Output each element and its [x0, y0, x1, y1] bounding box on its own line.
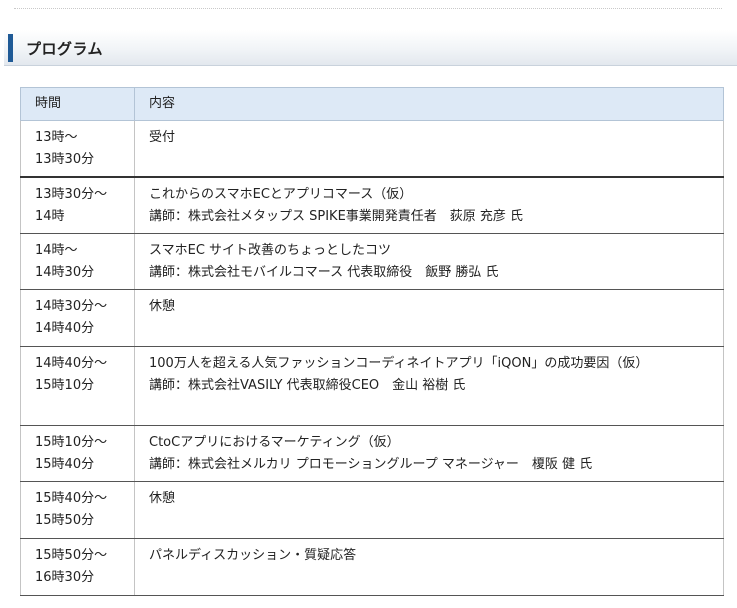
time-end: 13時30分 [35, 152, 95, 167]
time-end: 14時30分 [35, 265, 95, 280]
content-cell: 100万人を超える人気ファッションコーディネイトアプリ「iQON」の成功要因（仮… [134, 346, 724, 426]
time-end: 15時10分 [35, 378, 95, 393]
column-header-time: 時間 [20, 87, 135, 121]
time-start: 15時10分〜 [35, 435, 108, 450]
table-row: 15時50分〜 16時30分 パネルディスカッション・質疑応答 [20, 538, 724, 596]
program-table: 時間 内容 13時〜 13時30分 受付 13時30分〜 14時 これからのスマ… [20, 87, 724, 596]
time-start: 13時30分〜 [35, 186, 108, 202]
column-header-content: 内容 [134, 87, 724, 121]
time-end: 14時 [35, 208, 65, 224]
session-speaker: 講師：株式会社VASILY 代表取締役CEO 金山 裕樹 氏 [149, 378, 466, 393]
time-cell: 14時〜 14時30分 [20, 233, 135, 290]
content-cell: スマホEC サイト改善のちょっとしたコツ 講師：株式会社モバイルコマース 代表取… [134, 233, 724, 290]
section-title: プログラム [26, 40, 104, 58]
time-cell: 15時10分〜 15時40分 [20, 425, 135, 482]
table-row: 14時30分〜 14時40分 休憩 [20, 289, 724, 347]
session-speaker: 講師：株式会社メタップス SPIKE事業開発責任者 荻原 充彦 氏 [149, 208, 524, 224]
content-cell: 休憩 [134, 289, 724, 347]
time-cell: 15時40分〜 15時50分 [20, 481, 135, 539]
table-header-row: 時間 内容 [20, 87, 724, 121]
table-row: 15時10分〜 15時40分 CtoCアプリにおけるマーケティング（仮） 講師：… [20, 425, 724, 482]
session-speaker: 講師：株式会社モバイルコマース 代表取締役 飯野 勝弘 氏 [149, 265, 499, 280]
time-end: 15時50分 [35, 513, 95, 528]
time-start: 14時〜 [35, 243, 78, 258]
table-row: 13時30分〜 14時 これからのスマホECとアプリコマース（仮） 講師：株式会… [20, 176, 724, 234]
time-cell: 14時30分〜 14時40分 [20, 289, 135, 347]
time-start: 15時50分〜 [35, 548, 108, 563]
top-divider [14, 8, 722, 9]
content-cell: パネルディスカッション・質疑応答 [134, 538, 724, 596]
session-title: これからのスマホECとアプリコマース（仮） [149, 186, 413, 202]
time-cell: 13時〜 13時30分 [20, 120, 135, 178]
session-title: スマホEC サイト改善のちょっとしたコツ [149, 243, 392, 258]
table-row: 14時〜 14時30分 スマホEC サイト改善のちょっとしたコツ 講師：株式会社… [20, 233, 724, 290]
time-end: 14時40分 [35, 321, 95, 336]
table-row: 14時40分〜 15時10分 100万人を超える人気ファッションコーディネイトア… [20, 346, 724, 426]
time-cell: 15時50分〜 16時30分 [20, 538, 135, 596]
table-row: 13時〜 13時30分 受付 [20, 120, 724, 178]
table-row: 15時40分〜 15時50分 休憩 [20, 481, 724, 539]
session-title: 受付 [149, 130, 176, 145]
session-title: パネルディスカッション・質疑応答 [149, 548, 357, 563]
section-header: プログラム [4, 30, 737, 66]
time-start: 15時40分〜 [35, 491, 108, 506]
content-cell: CtoCアプリにおけるマーケティング（仮） 講師：株式会社メルカリ プロモーショ… [134, 425, 724, 482]
session-speaker: 講師：株式会社メルカリ プロモーショングループ マネージャー 榎阪 健 氏 [149, 457, 593, 472]
time-start: 14時40分〜 [35, 356, 108, 371]
time-end: 16時30分 [35, 570, 95, 585]
time-end: 15時40分 [35, 457, 95, 472]
content-cell: 休憩 [134, 481, 724, 539]
content-cell: これからのスマホECとアプリコマース（仮） 講師：株式会社メタップス SPIKE… [134, 176, 724, 234]
time-start: 13時〜 [35, 130, 78, 145]
session-title: 休憩 [149, 491, 176, 506]
session-title: 100万人を超える人気ファッションコーディネイトアプリ「iQON」の成功要因（仮… [149, 356, 649, 371]
time-cell: 13時30分〜 14時 [20, 176, 135, 234]
time-cell: 14時40分〜 15時10分 [20, 346, 135, 426]
session-title: 休憩 [149, 299, 176, 314]
time-start: 14時30分〜 [35, 299, 108, 314]
session-title: CtoCアプリにおけるマーケティング（仮） [149, 435, 400, 450]
content-cell: 受付 [134, 120, 724, 178]
section-accent-bar [8, 34, 13, 62]
